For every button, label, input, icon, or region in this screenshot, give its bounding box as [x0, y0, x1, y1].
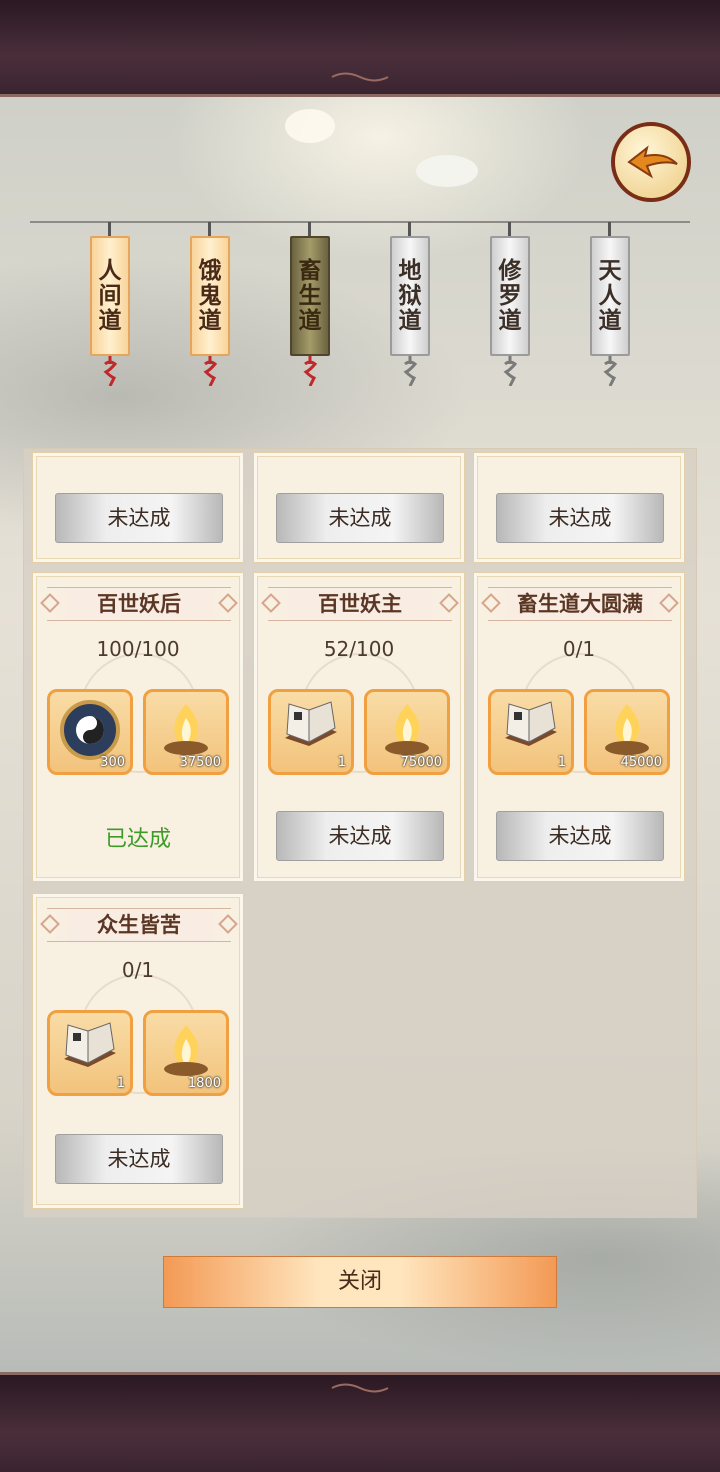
achievement-card: 未达成 [473, 452, 685, 563]
tab-label: 人间道 [90, 236, 130, 356]
ornament-icon [331, 1383, 389, 1393]
achievement-card: 众生皆苦 0/1 1 1800 未达成 [32, 893, 244, 1209]
tab-label: 地狱道 [390, 236, 430, 356]
reward-slot[interactable]: 1 [268, 689, 354, 775]
yin-yang-compass-icon [60, 700, 120, 760]
achievement-title: 众生皆苦 [47, 908, 231, 942]
tab-5[interactable]: 修罗道 [490, 222, 530, 386]
flame-bowl-icon [385, 704, 429, 755]
reward-count: 45000 [620, 755, 662, 770]
status-completed: 已达成 [104, 827, 171, 852]
tab-1[interactable]: 人间道 [90, 222, 130, 386]
flame-bowl-icon [164, 1025, 208, 1076]
achievement-card: 畜生道大圆满 0/1 1 45000 未达成 [473, 572, 685, 882]
achievement-card: 百世妖后 100/100 300 37500 已达成 [32, 572, 244, 882]
bottom-frame [0, 1372, 720, 1472]
reward-slot[interactable]: 1 [47, 1010, 133, 1096]
tab-hook [508, 222, 511, 236]
back-arrow-icon [627, 145, 678, 179]
tassel-icon [303, 356, 318, 386]
achievement-progress: 0/1 [562, 637, 596, 661]
tab-rope [30, 221, 690, 223]
reward-count: 300 [100, 755, 125, 770]
tab-hook [608, 222, 611, 236]
reward-slot[interactable]: 37500 [143, 689, 229, 775]
reward-count: 1 [116, 1076, 125, 1091]
achievement-title: 百世妖后 [47, 587, 231, 621]
tab-label: 畜生道 [290, 236, 330, 356]
tab-label: 天人道 [590, 236, 630, 356]
tassel-icon [203, 356, 218, 386]
tab-label: 修罗道 [490, 236, 530, 356]
reward-slot[interactable]: 45000 [584, 689, 670, 775]
achievement-progress: 52/100 [323, 637, 395, 661]
ornament-icon [331, 72, 389, 82]
status-button[interactable]: 未达成 [276, 811, 444, 861]
close-button[interactable]: 关闭 [163, 1256, 557, 1308]
reward-count: 1800 [187, 1076, 221, 1091]
tab-2[interactable]: 饿鬼道 [190, 222, 230, 386]
achievement-panel: 未达成 未达成 未达成 百世妖后 100/100 300 37500 已达成 百… [23, 448, 697, 1218]
book-icon [285, 701, 337, 746]
status-button[interactable]: 未达成 [496, 493, 664, 543]
reward-count: 37500 [179, 755, 221, 770]
flame-bowl-icon [164, 704, 208, 755]
achievement-title: 畜生道大圆满 [488, 587, 672, 621]
tassel-icon [103, 356, 118, 386]
tab-hook [208, 222, 211, 236]
tab-4[interactable]: 地狱道 [390, 222, 430, 386]
tassel-icon [503, 356, 518, 386]
achievement-card: 未达成 [32, 452, 244, 563]
cloud-icon [285, 109, 335, 143]
achievement-progress: 0/1 [121, 958, 155, 982]
back-button[interactable] [611, 122, 691, 202]
tab-hook [408, 222, 411, 236]
tassel-icon [603, 356, 618, 386]
status-button[interactable]: 未达成 [55, 1134, 223, 1184]
reward-slot[interactable]: 1 [488, 689, 574, 775]
status-button[interactable]: 未达成 [55, 493, 223, 543]
tassel-icon [403, 356, 418, 386]
book-icon [64, 1022, 116, 1067]
reward-slot[interactable]: 75000 [364, 689, 450, 775]
tab-hook [308, 222, 311, 236]
tab-3[interactable]: 畜生道 [290, 222, 330, 386]
status-button[interactable]: 未达成 [276, 493, 444, 543]
reward-count: 1 [337, 755, 346, 770]
reward-count: 75000 [400, 755, 442, 770]
achievement-card: 百世妖主 52/100 1 75000 未达成 [253, 572, 465, 882]
tab-label: 饿鬼道 [190, 236, 230, 356]
book-icon [505, 701, 557, 746]
achievement-progress: 100/100 [96, 637, 180, 661]
reward-count: 1 [557, 755, 566, 770]
cloud-icon [416, 155, 478, 187]
achievement-title: 百世妖主 [268, 587, 452, 621]
achievement-card: 未达成 [253, 452, 465, 563]
reward-slot[interactable]: 300 [47, 689, 133, 775]
top-frame [0, 0, 720, 97]
reward-slot[interactable]: 1800 [143, 1010, 229, 1096]
tab-6[interactable]: 天人道 [590, 222, 630, 386]
tab-hook [108, 222, 111, 236]
status-button[interactable]: 未达成 [496, 811, 664, 861]
flame-bowl-icon [605, 704, 649, 755]
